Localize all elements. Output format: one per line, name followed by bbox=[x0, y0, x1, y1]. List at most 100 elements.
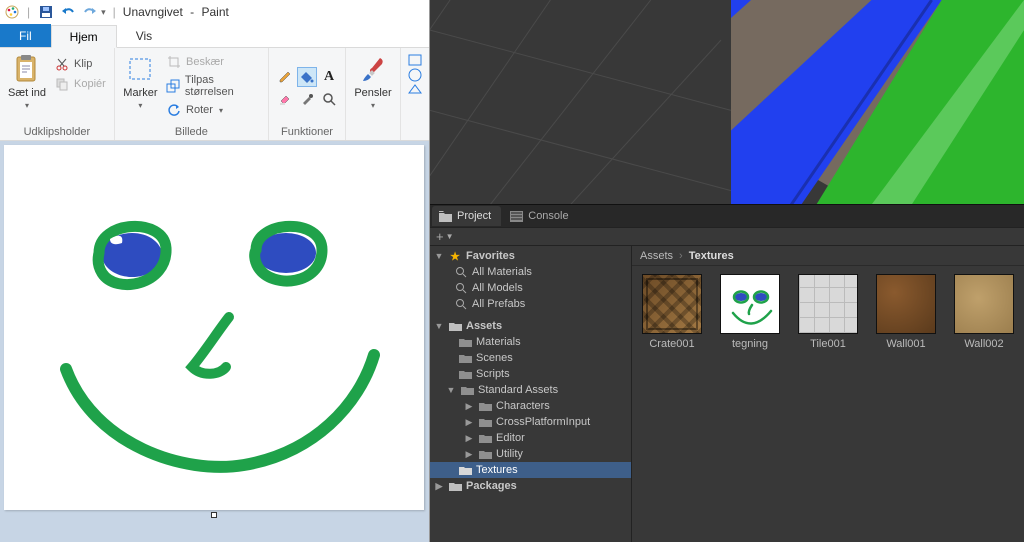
cut-button[interactable]: Klip bbox=[52, 55, 108, 73]
titlebar-sep-2: | bbox=[113, 5, 116, 19]
cut-label: Klip bbox=[74, 58, 92, 70]
tools-grid: A bbox=[275, 67, 339, 109]
brush-icon bbox=[357, 53, 389, 85]
tab-home[interactable]: Hjem bbox=[51, 25, 117, 48]
tools-group-label: Funktioner bbox=[275, 125, 339, 139]
asset-wall002[interactable]: Wall002 bbox=[952, 274, 1016, 350]
qat-dropdown-icon[interactable]: ▾ bbox=[101, 7, 106, 18]
chevron-down-icon: ▾ bbox=[219, 106, 223, 115]
redo-icon[interactable] bbox=[81, 3, 99, 21]
select-button[interactable]: Marker ▾ bbox=[121, 51, 160, 110]
asset-name: Crate001 bbox=[640, 338, 704, 350]
asset-wall001[interactable]: Wall001 bbox=[874, 274, 938, 350]
magnifier-tool[interactable] bbox=[319, 89, 339, 109]
eraser-tool[interactable] bbox=[275, 89, 295, 109]
color-picker-tool[interactable] bbox=[297, 89, 317, 109]
tab-view-label: Vis bbox=[136, 29, 152, 43]
tab-console[interactable]: Console bbox=[503, 206, 578, 226]
packages-header[interactable]: ▶ Packages bbox=[430, 478, 631, 494]
copy-button[interactable]: Kopiér bbox=[52, 75, 108, 93]
resize-handle-bottom[interactable] bbox=[211, 512, 217, 518]
resize-button[interactable]: Tilpas størrelsen bbox=[164, 73, 262, 99]
breadcrumb-chevron-icon: › bbox=[679, 250, 683, 262]
paste-button[interactable]: Sæt ind ▾ bbox=[6, 51, 48, 110]
folder-label: Characters bbox=[496, 400, 550, 412]
ribbon: Sæt ind ▾ Klip Kopiér Udklip bbox=[0, 48, 429, 141]
assets-header[interactable]: ▼ Assets bbox=[430, 318, 631, 334]
brushes-label: Pensler bbox=[354, 87, 391, 99]
folder-icon bbox=[438, 209, 452, 223]
tab-view[interactable]: Vis bbox=[117, 24, 171, 47]
folder-icon bbox=[458, 367, 472, 381]
folder-materials[interactable]: Materials bbox=[430, 334, 631, 350]
ribbon-group-image: Marker ▾ Beskær Tilpas størrelsen bbox=[115, 48, 269, 140]
chevron-down-icon: ▾ bbox=[371, 101, 375, 110]
folder-crossplatforminput[interactable]: ▶ CrossPlatformInput bbox=[430, 414, 631, 430]
tab-project[interactable]: Project bbox=[432, 206, 501, 226]
copy-label: Kopiér bbox=[74, 78, 106, 90]
arrow-right-icon: ▶ bbox=[464, 417, 474, 428]
folder-scenes[interactable]: Scenes bbox=[430, 350, 631, 366]
folder-label: Scenes bbox=[476, 352, 513, 364]
fav-item-label: All Materials bbox=[472, 266, 532, 278]
asset-crate001[interactable]: Crate001 bbox=[640, 274, 704, 350]
ribbon-group-tools: A Funktioner bbox=[269, 48, 346, 140]
pencil-tool[interactable] bbox=[275, 67, 295, 87]
asset-tegning[interactable]: tegning bbox=[718, 274, 782, 350]
folder-editor[interactable]: ▶ Editor bbox=[430, 430, 631, 446]
folder-scripts[interactable]: Scripts bbox=[430, 366, 631, 382]
favorite-all-prefabs[interactable]: All Prefabs bbox=[430, 296, 631, 312]
text-tool[interactable]: A bbox=[319, 67, 339, 87]
chevron-down-icon: ▾ bbox=[138, 101, 142, 110]
folder-characters[interactable]: ▶ Characters bbox=[430, 398, 631, 414]
crop-button[interactable]: Beskær bbox=[164, 53, 262, 71]
project-tree[interactable]: ▼ ★ Favorites All Materials All Models A… bbox=[430, 246, 632, 542]
tab-file[interactable]: Fil bbox=[0, 24, 51, 47]
favorite-all-models[interactable]: All Models bbox=[430, 280, 631, 296]
resize-icon bbox=[166, 78, 181, 94]
folder-utility[interactable]: ▶ Utility bbox=[430, 446, 631, 462]
select-label: Marker bbox=[123, 87, 157, 99]
favorites-header[interactable]: ▼ ★ Favorites bbox=[430, 248, 631, 264]
shapes-fragment-icon bbox=[407, 53, 423, 99]
create-button[interactable]: + ▼ bbox=[436, 229, 454, 244]
folder-label: Standard Assets bbox=[478, 384, 558, 396]
plus-icon: + bbox=[436, 229, 444, 244]
panel-tabs: Project Console bbox=[430, 204, 1024, 228]
scissors-icon bbox=[54, 56, 70, 72]
copy-icon bbox=[54, 76, 70, 92]
scene-view[interactable] bbox=[430, 0, 1024, 204]
clipboard-group-label: Udklipsholder bbox=[6, 125, 108, 139]
paint-title-app: Paint bbox=[202, 5, 229, 19]
fill-tool[interactable] bbox=[297, 67, 317, 87]
folder-icon bbox=[458, 335, 472, 349]
brushes-button[interactable]: Pensler ▾ bbox=[352, 51, 394, 110]
folder-label: CrossPlatformInput bbox=[496, 416, 590, 428]
asset-grid[interactable]: Crate001 tegning Tile001Wall001Wall002 bbox=[632, 266, 1024, 542]
folder-textures[interactable]: Textures bbox=[430, 462, 631, 478]
rotate-button[interactable]: Roter ▾ bbox=[164, 101, 262, 119]
paint-ribbon-tabs: Fil Hjem Vis bbox=[0, 24, 429, 48]
undo-icon[interactable] bbox=[59, 3, 77, 21]
search-icon bbox=[454, 297, 468, 311]
paste-label: Sæt ind bbox=[8, 87, 46, 99]
drawing-content bbox=[4, 145, 424, 510]
arrow-down-icon: ▼ bbox=[446, 385, 456, 395]
select-icon bbox=[124, 53, 156, 85]
asset-tile001[interactable]: Tile001 bbox=[796, 274, 860, 350]
fav-item-label: All Models bbox=[472, 282, 523, 294]
breadcrumb-assets[interactable]: Assets bbox=[640, 250, 673, 262]
folder-label: Materials bbox=[476, 336, 521, 348]
tab-console-label: Console bbox=[528, 210, 568, 222]
breadcrumb-textures[interactable]: Textures bbox=[689, 250, 734, 262]
folder-standard-assets[interactable]: ▼ Standard Assets bbox=[430, 382, 631, 398]
drawing-canvas[interactable] bbox=[4, 145, 424, 510]
asset-thumbnail bbox=[798, 274, 858, 334]
favorite-all-materials[interactable]: All Materials bbox=[430, 264, 631, 280]
asset-name: tegning bbox=[718, 338, 782, 350]
rotate-label: Roter bbox=[186, 104, 213, 116]
image-group-label: Billede bbox=[121, 125, 262, 139]
chevron-down-icon: ▾ bbox=[25, 101, 29, 110]
clipboard-icon bbox=[11, 53, 43, 85]
save-icon[interactable] bbox=[37, 3, 55, 21]
